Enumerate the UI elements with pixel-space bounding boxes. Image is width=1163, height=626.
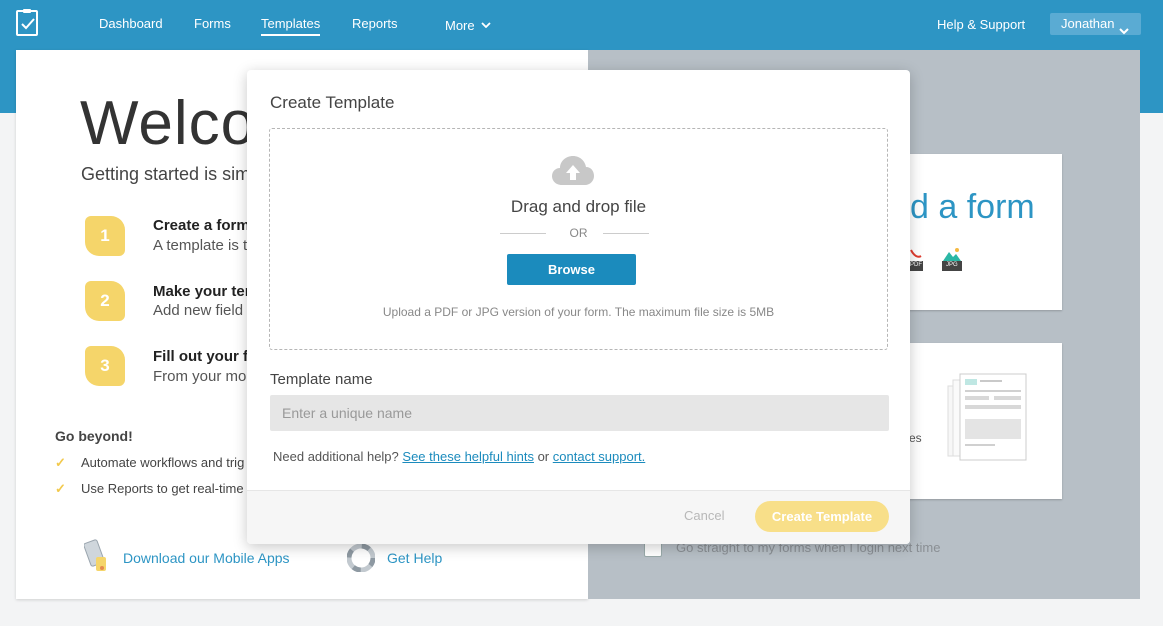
user-name: Jonathan [1061,16,1115,31]
chevron-down-icon [480,16,491,31]
go-beyond-title: Go beyond! [55,428,133,444]
cancel-button[interactable]: Cancel [684,508,724,523]
step-description: Add new field [153,302,244,319]
beyond-list-item: ✓ Use Reports to get real-time [55,481,244,497]
template-name-input[interactable] [270,395,889,431]
user-menu-button[interactable]: Jonathan [1050,13,1141,35]
template-name-label: Template name [270,371,373,388]
beyond-item-label: Automate workflows and trig [81,455,245,470]
upload-hint: Upload a PDF or JPG version of your form… [382,305,775,319]
welcome-title: Welco [80,89,257,158]
dialog-footer: Cancel Create Template [247,490,910,544]
nav-more[interactable]: More [445,16,491,33]
step-title: Create a form [153,217,250,234]
drop-zone-label: Drag and drop file [510,197,647,216]
lifebuoy-icon [346,543,376,577]
or-separator: OR [569,226,588,240]
jpg-file-icon: JPG [941,246,963,277]
nav-dashboard[interactable]: Dashboard [99,16,163,31]
chevron-down-icon [1119,20,1129,42]
dialog-title: Create Template [270,93,395,112]
checkmark-icon: ✓ [55,455,66,470]
step-number-badge: 2 [85,281,125,321]
document-stack-icon [944,372,1040,469]
jpg-label: JPG [946,262,958,268]
beyond-item-label: Use Reports to get real-time [81,481,244,496]
nav-forms[interactable]: Forms [194,16,231,31]
step-title: Make your ter [153,283,251,300]
contact-support-link[interactable]: contact support. [553,449,646,464]
beyond-list-item: ✓ Automate workflows and trig [55,455,244,471]
nav-reports[interactable]: Reports [352,16,398,31]
clipboard-logo-icon[interactable] [16,9,38,36]
step-description: A template is t [153,237,248,254]
nav-more-label: More [445,18,475,33]
help-support-link[interactable]: Help & Support [937,17,1025,32]
step-title: Fill out your f [153,348,248,365]
help-prefix: Need additional help? [273,449,399,464]
mobile-phone-icon [83,539,112,578]
upload-form-heading: d a form [910,188,1035,226]
welcome-subtitle: Getting started is sim [81,164,251,184]
browse-button[interactable]: Browse [507,254,636,285]
nav-templates[interactable]: Templates [261,16,321,36]
main-nav: Dashboard Forms Templates Reports More H… [0,0,1163,48]
pdf-label: PDF [910,262,922,268]
get-help-link[interactable]: Get Help [387,550,442,566]
cloud-upload-icon [552,154,594,191]
file-drop-zone[interactable]: Drag and drop file OR Browse Upload a PD… [269,128,888,350]
download-mobile-apps-link[interactable]: Download our Mobile Apps [123,550,290,566]
step-number-badge: 3 [85,346,125,386]
helpful-hints-link[interactable]: See these helpful hints [402,449,534,464]
step-number-badge: 1 [85,216,125,256]
create-template-button[interactable]: Create Template [755,501,889,532]
divider-line [603,233,649,234]
create-template-dialog: Create Template Drag and drop file OR Br… [247,70,910,544]
step-description: From your mol [153,368,250,385]
help-text-row: Need additional help? See these helpful … [273,449,645,464]
help-or: or [537,449,550,464]
templates-card-text: es [909,431,922,445]
checkmark-icon: ✓ [55,481,66,496]
